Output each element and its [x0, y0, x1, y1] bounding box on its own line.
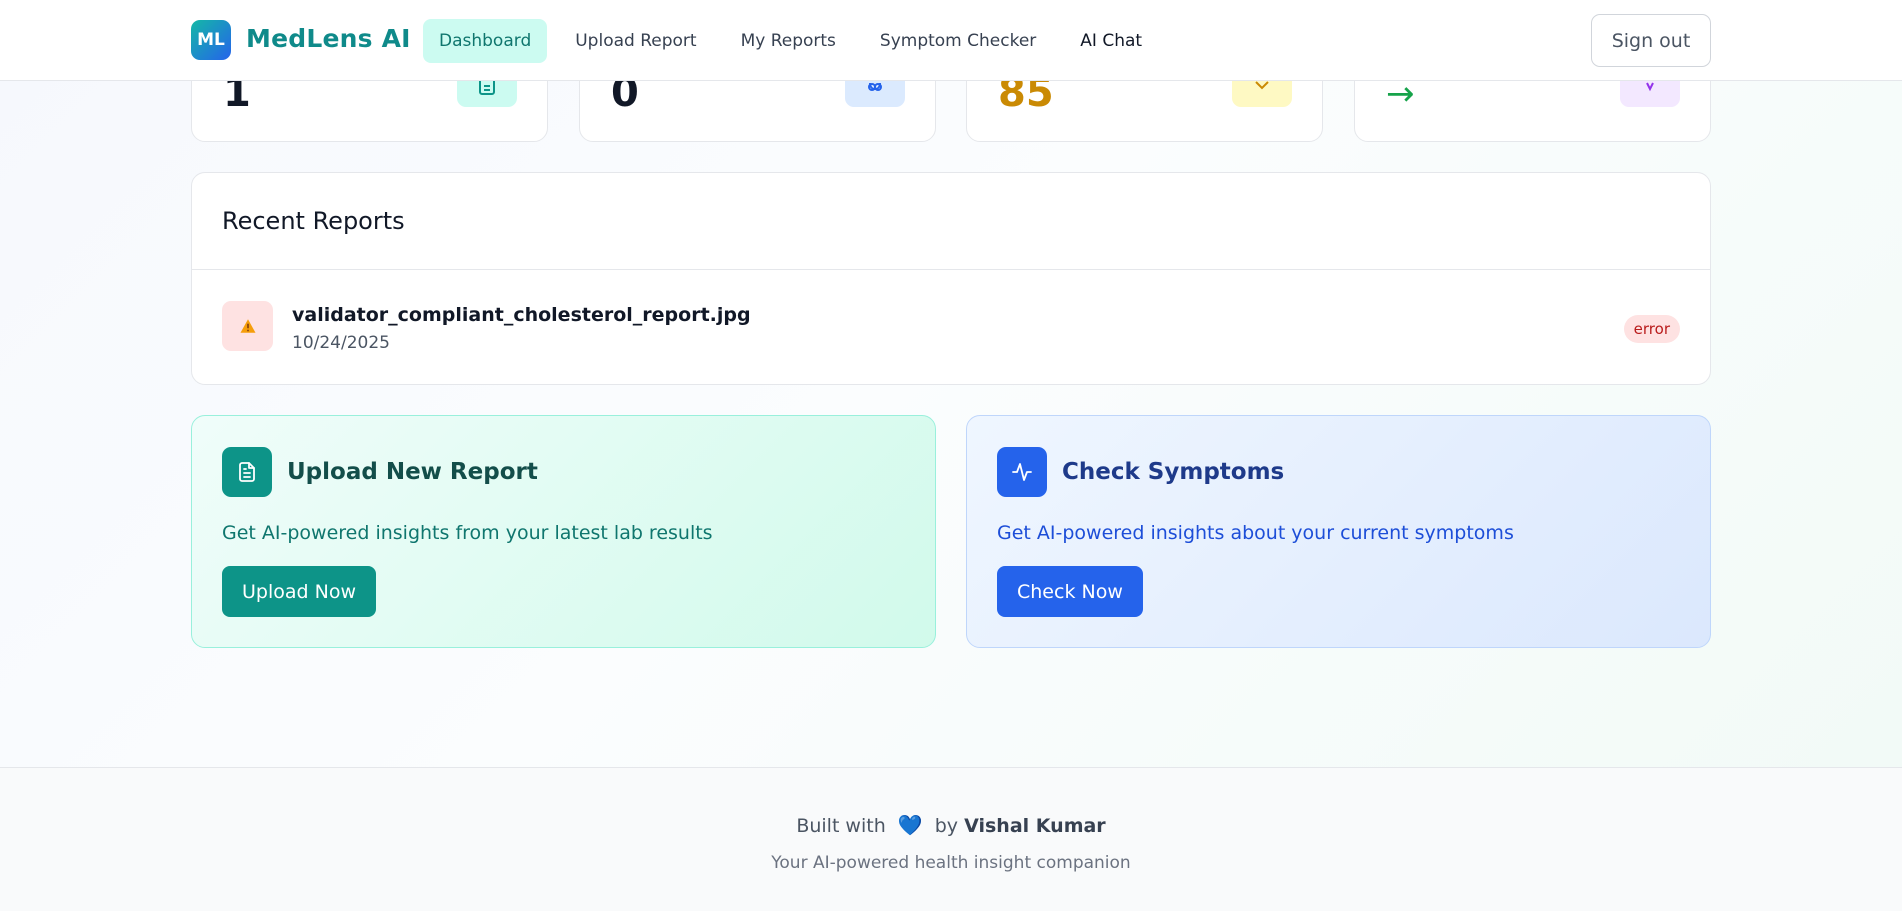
check-symptoms-card: Check Symptoms Get AI-powered insights a…	[966, 415, 1711, 648]
symptoms-card-title: Check Symptoms	[1062, 459, 1285, 485]
logo-badge[interactable]: ML	[191, 20, 231, 60]
sign-out-button[interactable]: Sign out	[1591, 14, 1711, 67]
upload-report-card: Upload New Report Get AI-powered insight…	[191, 415, 936, 648]
report-filename[interactable]: validator_compliant_cholesterol_report.j…	[292, 304, 751, 326]
nav-item-my-reports[interactable]: My Reports	[725, 19, 852, 63]
nav-item-symptom-checker[interactable]: Symptom Checker	[864, 19, 1052, 63]
footer-built-with: Built with	[796, 815, 886, 837]
footer-by: by	[934, 815, 959, 837]
status-badge: error	[1623, 315, 1680, 343]
nav-item-upload-report[interactable]: Upload Report	[559, 19, 712, 63]
app-name[interactable]: MedLens AI	[246, 24, 411, 53]
document-icon	[222, 447, 272, 497]
footer: Built with 💙 by Vishal Kumar Your AI-pow…	[0, 767, 1902, 911]
upload-now-button[interactable]: Upload Now	[222, 566, 376, 617]
nav-item-dashboard[interactable]: Dashboard	[423, 19, 548, 63]
heart-icon: 💙	[897, 813, 923, 837]
footer-author: Vishal Kumar	[964, 815, 1106, 837]
nav-item-ai-chat[interactable]: AI Chat	[1064, 19, 1158, 63]
top-navbar: ML MedLens AI Dashboard Upload Report My…	[0, 0, 1902, 81]
upload-card-title: Upload New Report	[287, 459, 538, 485]
stat-value: →	[1386, 74, 1415, 114]
check-now-button[interactable]: Check Now	[997, 566, 1143, 617]
footer-tagline: Your AI-powered health insight companion	[771, 853, 1131, 873]
recent-reports-title: Recent Reports	[222, 207, 405, 235]
report-date: 10/24/2025	[292, 333, 390, 353]
warning-icon	[222, 301, 273, 351]
symptoms-card-description: Get AI-powered insights about your curre…	[997, 522, 1514, 544]
main-nav: Dashboard Upload Report My Reports Sympt…	[423, 19, 1170, 63]
recent-reports-card: Recent Reports validator_compliant_chole…	[191, 172, 1711, 385]
activity-icon	[997, 447, 1047, 497]
footer-credit: Built with 💙 by Vishal Kumar	[0, 813, 1902, 837]
upload-card-description: Get AI-powered insights from your latest…	[222, 522, 713, 544]
report-list-item[interactable]: validator_compliant_cholesterol_report.j…	[192, 270, 1710, 385]
